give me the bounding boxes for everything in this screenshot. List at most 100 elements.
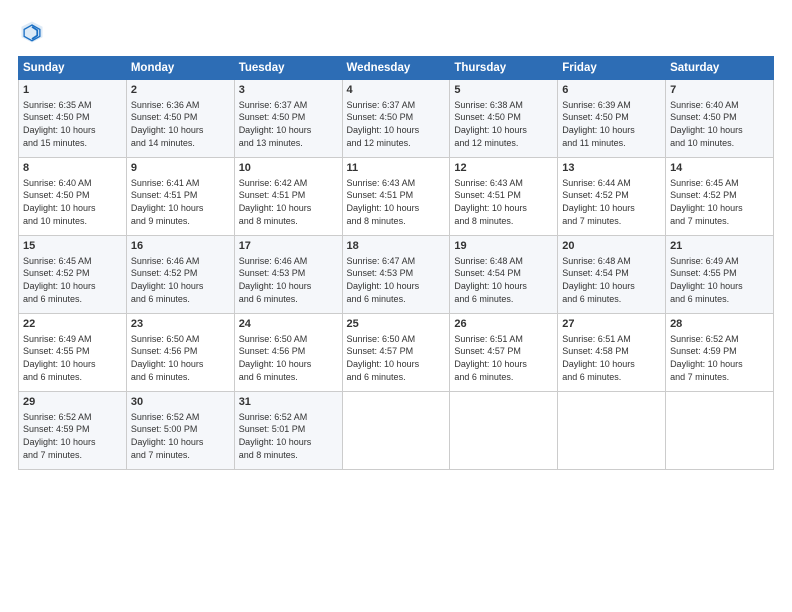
day-number: 18 bbox=[347, 239, 446, 254]
header bbox=[18, 18, 774, 46]
calendar-week-4: 22Sunrise: 6:49 AM Sunset: 4:55 PM Dayli… bbox=[19, 314, 774, 392]
day-detail: Sunrise: 6:47 AM Sunset: 4:53 PM Dayligh… bbox=[347, 255, 446, 305]
day-detail: Sunrise: 6:52 AM Sunset: 5:00 PM Dayligh… bbox=[131, 411, 230, 461]
calendar-cell: 16Sunrise: 6:46 AM Sunset: 4:52 PM Dayli… bbox=[126, 236, 234, 314]
header-cell-friday: Friday bbox=[558, 57, 666, 80]
day-number: 2 bbox=[131, 83, 230, 98]
day-detail: Sunrise: 6:42 AM Sunset: 4:51 PM Dayligh… bbox=[239, 177, 338, 227]
calendar-week-5: 29Sunrise: 6:52 AM Sunset: 4:59 PM Dayli… bbox=[19, 392, 774, 470]
calendar-cell: 1Sunrise: 6:35 AM Sunset: 4:50 PM Daylig… bbox=[19, 80, 127, 158]
header-row: SundayMondayTuesdayWednesdayThursdayFrid… bbox=[19, 57, 774, 80]
calendar-week-3: 15Sunrise: 6:45 AM Sunset: 4:52 PM Dayli… bbox=[19, 236, 774, 314]
day-detail: Sunrise: 6:52 AM Sunset: 4:59 PM Dayligh… bbox=[670, 333, 769, 383]
day-number: 9 bbox=[131, 161, 230, 176]
day-detail: Sunrise: 6:43 AM Sunset: 4:51 PM Dayligh… bbox=[454, 177, 553, 227]
header-cell-saturday: Saturday bbox=[666, 57, 774, 80]
day-detail: Sunrise: 6:49 AM Sunset: 4:55 PM Dayligh… bbox=[23, 333, 122, 383]
day-number: 16 bbox=[131, 239, 230, 254]
day-number: 21 bbox=[670, 239, 769, 254]
calendar-cell: 23Sunrise: 6:50 AM Sunset: 4:56 PM Dayli… bbox=[126, 314, 234, 392]
calendar-cell: 21Sunrise: 6:49 AM Sunset: 4:55 PM Dayli… bbox=[666, 236, 774, 314]
day-number: 5 bbox=[454, 83, 553, 98]
day-detail: Sunrise: 6:51 AM Sunset: 4:58 PM Dayligh… bbox=[562, 333, 661, 383]
day-number: 3 bbox=[239, 83, 338, 98]
calendar-cell: 6Sunrise: 6:39 AM Sunset: 4:50 PM Daylig… bbox=[558, 80, 666, 158]
calendar-cell bbox=[450, 392, 558, 470]
day-number: 12 bbox=[454, 161, 553, 176]
day-detail: Sunrise: 6:39 AM Sunset: 4:50 PM Dayligh… bbox=[562, 99, 661, 149]
day-number: 30 bbox=[131, 395, 230, 410]
calendar-body: 1Sunrise: 6:35 AM Sunset: 4:50 PM Daylig… bbox=[19, 80, 774, 470]
day-detail: Sunrise: 6:44 AM Sunset: 4:52 PM Dayligh… bbox=[562, 177, 661, 227]
calendar-cell: 12Sunrise: 6:43 AM Sunset: 4:51 PM Dayli… bbox=[450, 158, 558, 236]
header-cell-wednesday: Wednesday bbox=[342, 57, 450, 80]
day-number: 13 bbox=[562, 161, 661, 176]
logo-icon bbox=[18, 18, 46, 46]
day-detail: Sunrise: 6:40 AM Sunset: 4:50 PM Dayligh… bbox=[23, 177, 122, 227]
day-detail: Sunrise: 6:41 AM Sunset: 4:51 PM Dayligh… bbox=[131, 177, 230, 227]
calendar-cell: 9Sunrise: 6:41 AM Sunset: 4:51 PM Daylig… bbox=[126, 158, 234, 236]
calendar-cell: 7Sunrise: 6:40 AM Sunset: 4:50 PM Daylig… bbox=[666, 80, 774, 158]
day-detail: Sunrise: 6:40 AM Sunset: 4:50 PM Dayligh… bbox=[670, 99, 769, 149]
day-detail: Sunrise: 6:50 AM Sunset: 4:56 PM Dayligh… bbox=[131, 333, 230, 383]
day-number: 14 bbox=[670, 161, 769, 176]
day-number: 15 bbox=[23, 239, 122, 254]
day-detail: Sunrise: 6:45 AM Sunset: 4:52 PM Dayligh… bbox=[670, 177, 769, 227]
day-detail: Sunrise: 6:36 AM Sunset: 4:50 PM Dayligh… bbox=[131, 99, 230, 149]
day-detail: Sunrise: 6:48 AM Sunset: 4:54 PM Dayligh… bbox=[454, 255, 553, 305]
calendar-cell: 11Sunrise: 6:43 AM Sunset: 4:51 PM Dayli… bbox=[342, 158, 450, 236]
day-detail: Sunrise: 6:43 AM Sunset: 4:51 PM Dayligh… bbox=[347, 177, 446, 227]
calendar-cell: 2Sunrise: 6:36 AM Sunset: 4:50 PM Daylig… bbox=[126, 80, 234, 158]
day-detail: Sunrise: 6:35 AM Sunset: 4:50 PM Dayligh… bbox=[23, 99, 122, 149]
day-detail: Sunrise: 6:52 AM Sunset: 5:01 PM Dayligh… bbox=[239, 411, 338, 461]
day-number: 8 bbox=[23, 161, 122, 176]
header-cell-tuesday: Tuesday bbox=[234, 57, 342, 80]
day-detail: Sunrise: 6:50 AM Sunset: 4:56 PM Dayligh… bbox=[239, 333, 338, 383]
calendar-cell: 20Sunrise: 6:48 AM Sunset: 4:54 PM Dayli… bbox=[558, 236, 666, 314]
calendar-cell: 29Sunrise: 6:52 AM Sunset: 4:59 PM Dayli… bbox=[19, 392, 127, 470]
day-number: 7 bbox=[670, 83, 769, 98]
header-cell-thursday: Thursday bbox=[450, 57, 558, 80]
day-number: 24 bbox=[239, 317, 338, 332]
calendar-cell: 19Sunrise: 6:48 AM Sunset: 4:54 PM Dayli… bbox=[450, 236, 558, 314]
day-number: 27 bbox=[562, 317, 661, 332]
day-detail: Sunrise: 6:37 AM Sunset: 4:50 PM Dayligh… bbox=[239, 99, 338, 149]
day-number: 10 bbox=[239, 161, 338, 176]
calendar-cell: 22Sunrise: 6:49 AM Sunset: 4:55 PM Dayli… bbox=[19, 314, 127, 392]
calendar-cell: 30Sunrise: 6:52 AM Sunset: 5:00 PM Dayli… bbox=[126, 392, 234, 470]
day-number: 11 bbox=[347, 161, 446, 176]
day-detail: Sunrise: 6:50 AM Sunset: 4:57 PM Dayligh… bbox=[347, 333, 446, 383]
calendar-cell: 13Sunrise: 6:44 AM Sunset: 4:52 PM Dayli… bbox=[558, 158, 666, 236]
calendar-cell: 18Sunrise: 6:47 AM Sunset: 4:53 PM Dayli… bbox=[342, 236, 450, 314]
day-number: 17 bbox=[239, 239, 338, 254]
day-number: 22 bbox=[23, 317, 122, 332]
page: SundayMondayTuesdayWednesdayThursdayFrid… bbox=[0, 0, 792, 612]
calendar-cell: 4Sunrise: 6:37 AM Sunset: 4:50 PM Daylig… bbox=[342, 80, 450, 158]
day-detail: Sunrise: 6:46 AM Sunset: 4:53 PM Dayligh… bbox=[239, 255, 338, 305]
day-number: 26 bbox=[454, 317, 553, 332]
calendar-cell: 24Sunrise: 6:50 AM Sunset: 4:56 PM Dayli… bbox=[234, 314, 342, 392]
calendar-cell: 8Sunrise: 6:40 AM Sunset: 4:50 PM Daylig… bbox=[19, 158, 127, 236]
day-number: 29 bbox=[23, 395, 122, 410]
day-number: 19 bbox=[454, 239, 553, 254]
calendar-cell: 14Sunrise: 6:45 AM Sunset: 4:52 PM Dayli… bbox=[666, 158, 774, 236]
day-number: 6 bbox=[562, 83, 661, 98]
calendar-table: SundayMondayTuesdayWednesdayThursdayFrid… bbox=[18, 56, 774, 470]
day-detail: Sunrise: 6:38 AM Sunset: 4:50 PM Dayligh… bbox=[454, 99, 553, 149]
day-number: 4 bbox=[347, 83, 446, 98]
day-detail: Sunrise: 6:48 AM Sunset: 4:54 PM Dayligh… bbox=[562, 255, 661, 305]
calendar-cell: 25Sunrise: 6:50 AM Sunset: 4:57 PM Dayli… bbox=[342, 314, 450, 392]
day-number: 28 bbox=[670, 317, 769, 332]
calendar-cell: 15Sunrise: 6:45 AM Sunset: 4:52 PM Dayli… bbox=[19, 236, 127, 314]
calendar-week-2: 8Sunrise: 6:40 AM Sunset: 4:50 PM Daylig… bbox=[19, 158, 774, 236]
day-detail: Sunrise: 6:37 AM Sunset: 4:50 PM Dayligh… bbox=[347, 99, 446, 149]
calendar-header: SundayMondayTuesdayWednesdayThursdayFrid… bbox=[19, 57, 774, 80]
day-number: 23 bbox=[131, 317, 230, 332]
header-cell-monday: Monday bbox=[126, 57, 234, 80]
calendar-cell: 27Sunrise: 6:51 AM Sunset: 4:58 PM Dayli… bbox=[558, 314, 666, 392]
day-detail: Sunrise: 6:49 AM Sunset: 4:55 PM Dayligh… bbox=[670, 255, 769, 305]
calendar-cell: 10Sunrise: 6:42 AM Sunset: 4:51 PM Dayli… bbox=[234, 158, 342, 236]
calendar-cell bbox=[342, 392, 450, 470]
calendar-cell: 26Sunrise: 6:51 AM Sunset: 4:57 PM Dayli… bbox=[450, 314, 558, 392]
day-detail: Sunrise: 6:46 AM Sunset: 4:52 PM Dayligh… bbox=[131, 255, 230, 305]
